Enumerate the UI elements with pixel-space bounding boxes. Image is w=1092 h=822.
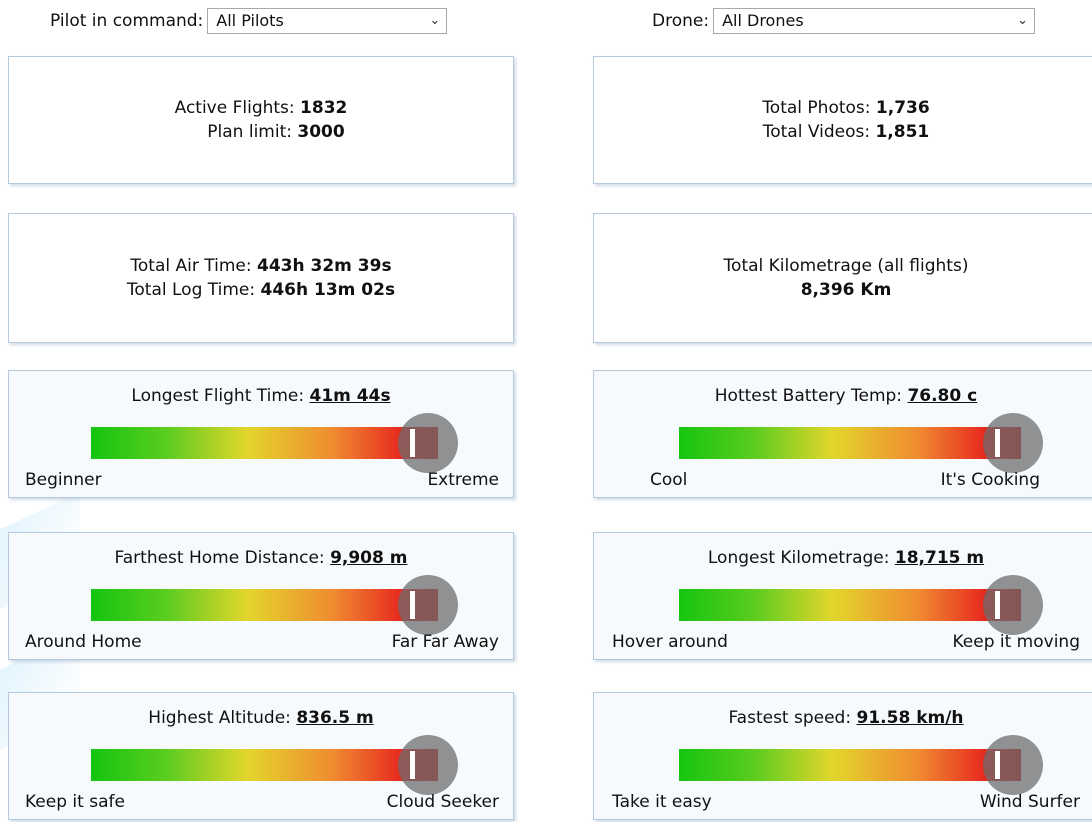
drone-filter: Drone: All Drones ⌄ — [652, 6, 1036, 36]
gauge-low-label: Cool — [650, 470, 688, 490]
gauge-title: Fastest speed: 91.58 km/h — [594, 705, 1092, 731]
pilot-filter: Pilot in command: All Pilots ⌄ — [50, 6, 448, 36]
media-card: Total Photos: 1,736 Total Videos: 1,851 — [593, 56, 1092, 184]
gauge-high-label: Cloud Seeker — [386, 792, 499, 812]
gauge-bar — [679, 749, 1021, 781]
gauge-bar — [91, 427, 438, 459]
plan-limit-label: Plan limit: — [207, 122, 292, 142]
drone-filter-label: Drone: — [652, 11, 710, 31]
total-photos-label: Total Photos: — [762, 98, 871, 118]
kilometrage-value: 8,396 Km — [800, 280, 892, 300]
kilometrage-card: Total Kilometrage (all flights) 8,396 Km — [593, 213, 1092, 343]
gauge-high-label: It's Cooking — [940, 470, 1040, 490]
chevron-down-icon: ⌄ — [1017, 13, 1029, 28]
total-videos-value: 1,851 — [875, 122, 930, 142]
gauge-high-label: Keep it moving — [952, 632, 1080, 652]
hottest-battery-gauge: Hottest Battery Temp: 76.80 c Cool It's … — [593, 370, 1092, 498]
pilot-select-value: All Pilots — [216, 11, 284, 30]
gauge-knob — [398, 575, 458, 635]
total-videos-label: Total Videos: — [762, 122, 871, 142]
gauge-bar — [91, 749, 438, 781]
pilot-select[interactable]: All Pilots ⌄ — [207, 8, 448, 34]
gauge-title: Farthest Home Distance: 9,908 m — [9, 545, 513, 571]
log-time-label: Total Log Time: — [126, 280, 256, 300]
gauge-low-label: Beginner — [25, 470, 102, 490]
drone-select[interactable]: All Drones ⌄ — [713, 8, 1036, 34]
gauge-knob — [983, 413, 1043, 473]
gauge-title-label: Highest Altitude: — [148, 708, 291, 728]
gauge-high-label: Far Far Away — [391, 632, 499, 652]
gauge-title-label: Hottest Battery Temp: — [714, 386, 903, 406]
gauge-low-label: Keep it safe — [25, 792, 125, 812]
gauge-knob — [983, 575, 1043, 635]
gauge-value-link[interactable]: 91.58 km/h — [857, 708, 964, 728]
active-flights-label: Active Flights: — [174, 98, 295, 118]
active-flights-value: 1832 — [300, 98, 348, 118]
kilometrage-label: Total Kilometrage (all flights) — [723, 256, 969, 276]
gauge-bar — [679, 589, 1021, 621]
gauge-value-link[interactable]: 9,908 m — [330, 548, 407, 568]
gauge-low-label: Take it easy — [612, 792, 712, 812]
gauge-title: Longest Kilometrage: 18,715 m — [594, 545, 1092, 571]
gauge-knob — [398, 735, 458, 795]
gauge-knob — [983, 735, 1043, 795]
air-time-value: 443h 32m 39s — [257, 256, 392, 276]
gauge-bar — [679, 427, 1021, 459]
gauge-title-label: Farthest Home Distance: — [114, 548, 325, 568]
farthest-home-gauge: Farthest Home Distance: 9,908 m Around H… — [8, 532, 514, 660]
gauge-low-label: Around Home — [25, 632, 142, 652]
fastest-speed-gauge: Fastest speed: 91.58 km/h Take it easy W… — [593, 692, 1092, 820]
pilot-filter-label: Pilot in command: — [50, 11, 204, 31]
gauge-high-label: Extreme — [427, 470, 499, 490]
plan-limit-value: 3000 — [297, 122, 345, 142]
gauge-title: Longest Flight Time: 41m 44s — [9, 383, 513, 409]
log-time-line: Total Log Time: 446h 13m 02s — [9, 278, 513, 302]
air-time-line: Total Air Time: 443h 32m 39s — [9, 254, 513, 278]
total-videos-line: Total Videos: 1,851 — [594, 120, 1092, 144]
longest-kilometrage-gauge: Longest Kilometrage: 18,715 m Hover arou… — [593, 532, 1092, 660]
gauge-value-link[interactable]: 76.80 c — [907, 386, 977, 406]
active-flights-line: Active Flights: 1832 — [9, 96, 513, 120]
gauge-low-label: Hover around — [612, 632, 728, 652]
longest-flight-gauge: Longest Flight Time: 41m 44s Beginner Ex… — [8, 370, 514, 498]
gauge-title: Hottest Battery Temp: 76.80 c — [594, 383, 1092, 409]
gauge-title-label: Longest Flight Time: — [131, 386, 305, 406]
air-time-label: Total Air Time: — [130, 256, 252, 276]
gauge-value-link[interactable]: 836.5 m — [296, 708, 373, 728]
drone-select-value: All Drones — [722, 11, 804, 30]
gauge-knob — [398, 413, 458, 473]
total-photos-value: 1,736 — [875, 98, 930, 118]
chevron-down-icon: ⌄ — [429, 13, 441, 28]
log-time-value: 446h 13m 02s — [260, 280, 396, 300]
gauge-bar — [91, 589, 438, 621]
total-photos-line: Total Photos: 1,736 — [594, 96, 1092, 120]
plan-limit-line: Plan limit: 3000 — [9, 120, 513, 144]
gauge-value-link[interactable]: 18,715 m — [895, 548, 984, 568]
flights-card: Active Flights: 1832 Plan limit: 3000 — [8, 56, 514, 184]
time-card: Total Air Time: 443h 32m 39s Total Log T… — [8, 213, 514, 343]
gauge-title: Highest Altitude: 836.5 m — [9, 705, 513, 731]
gauge-title-label: Longest Kilometrage: — [707, 548, 890, 568]
gauge-value-link[interactable]: 41m 44s — [310, 386, 391, 406]
gauge-title-label: Fastest speed: — [728, 708, 852, 728]
highest-altitude-gauge: Highest Altitude: 836.5 m Keep it safe C… — [8, 692, 514, 820]
gauge-high-label: Wind Surfer — [979, 792, 1080, 812]
